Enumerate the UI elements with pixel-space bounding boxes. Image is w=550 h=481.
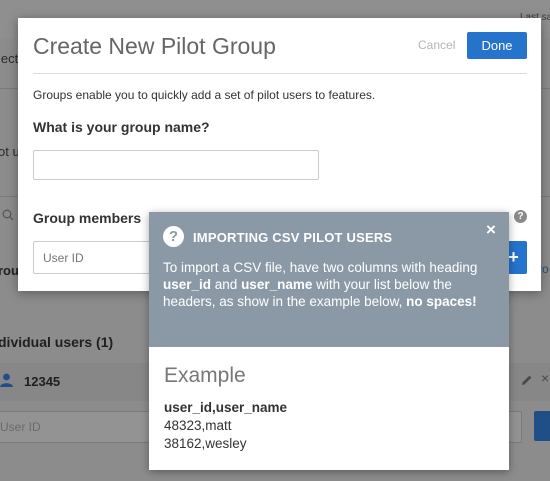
popover-close-icon[interactable]: × [486, 220, 496, 240]
popover-title: IMPORTING CSV PILOT USERS [193, 230, 393, 245]
bg-user-row-id: 12345 [24, 374, 61, 389]
group-members-label: Group members [33, 210, 142, 226]
example-csv-row: 48323,matt [164, 418, 232, 433]
close-icon[interactable]: × [541, 370, 549, 386]
pencil-icon[interactable] [521, 373, 533, 391]
bg-user-id-placeholder: User ID [0, 420, 41, 434]
group-name-question: What is your group name? [33, 119, 210, 135]
instructions-text: To import a CSV file, have two columns w… [163, 260, 478, 275]
instructions-text: and [211, 277, 242, 292]
instructions-no-spaces: no spaces! [406, 294, 477, 309]
bg-add-button[interactable] [534, 411, 550, 441]
modal-divider [33, 73, 527, 74]
user-icon [0, 373, 13, 392]
modal-description: Groups enable you to quickly add a set o… [33, 88, 376, 102]
example-csv-header: user_id,user_name [164, 400, 288, 415]
bg-fragment-pilot: ot u [0, 144, 20, 159]
popover-header: ? IMPORTING CSV PILOT USERS × To import … [149, 212, 509, 347]
help-icon[interactable]: ? [514, 210, 527, 223]
search-icon [2, 208, 14, 226]
done-button[interactable]: Done [467, 32, 527, 59]
popover-instructions: To import a CSV file, have two columns w… [163, 259, 498, 310]
instructions-column-user-name: user_name [241, 277, 313, 292]
bg-individual-users-label: dividual users (1) [0, 334, 114, 350]
bg-group-label: rou [0, 263, 19, 278]
group-name-input[interactable] [33, 150, 319, 180]
example-csv: user_id,user_name 48323,matt 38162,wesle… [164, 399, 287, 453]
example-csv-row: 38162,wesley [164, 436, 247, 451]
csv-import-help-popover: ? IMPORTING CSV PILOT USERS × To import … [149, 212, 509, 470]
modal-title: Create New Pilot Group [33, 33, 276, 59]
example-label: Example [164, 364, 246, 387]
instructions-column-user-id: user_id [163, 277, 212, 292]
question-icon: ? [163, 226, 184, 247]
bg-fragment-select: lect [0, 51, 19, 66]
cancel-button[interactable]: Cancel [418, 38, 455, 52]
